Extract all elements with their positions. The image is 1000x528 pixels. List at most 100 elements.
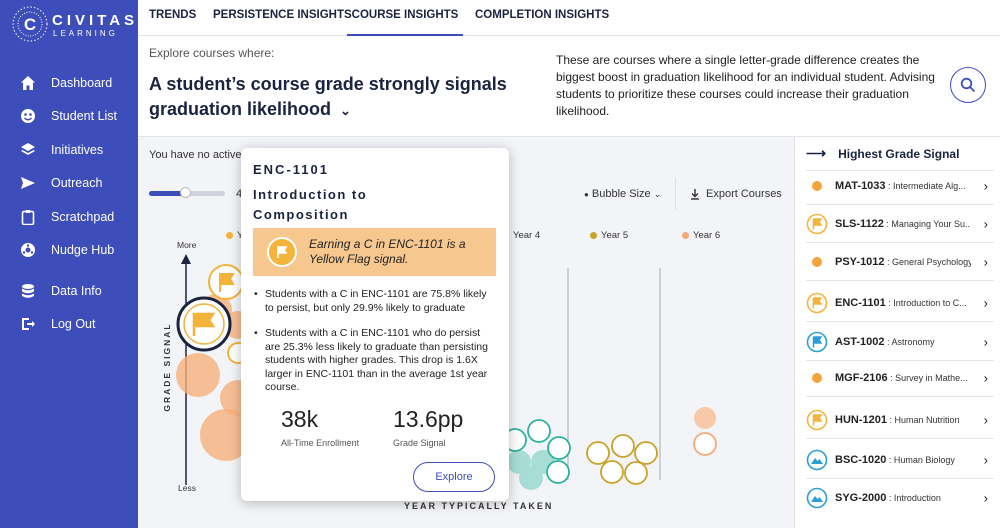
tooltip-bullet: Students with a C in ENC-1101 are 75.8% …	[253, 288, 498, 315]
sidebar-item-label: Log Out	[51, 317, 96, 331]
flag-icon	[806, 292, 828, 314]
course-bubble-flag	[634, 441, 658, 465]
home-icon	[20, 75, 36, 91]
course-name: : Human Nutrition	[886, 415, 960, 425]
sidebar-item-outreach[interactable]: Outreach	[0, 171, 138, 195]
nudge-icon	[20, 242, 36, 258]
search-button[interactable]	[950, 67, 986, 103]
course-name: : Introduction to C...	[885, 298, 967, 308]
course-name: : Introduction	[886, 493, 941, 503]
sidebar-item-data-info[interactable]: Data Info	[0, 279, 138, 303]
sidebar-item-scratchpad[interactable]: Scratchpad	[0, 205, 138, 229]
arrow-right-icon: ⟶	[806, 145, 827, 161]
course-name: : Astronomy	[884, 337, 935, 347]
sidebar-item-label: Data Info	[51, 284, 102, 298]
sidebar-item-label: Dashboard	[51, 76, 113, 90]
civitas-logo[interactable]: C CIVITAS LEARNING	[10, 4, 134, 48]
chevron-right-icon: ›	[983, 490, 988, 506]
sidebar: C CIVITAS LEARNING Dashboard Student Lis…	[0, 0, 138, 528]
tooltip-course-code: ENC-1101	[253, 162, 329, 177]
chevron-right-icon: ›	[983, 254, 988, 270]
list-item[interactable]: ENC-1101 : Introduction to C... ›	[806, 289, 994, 317]
explore-button[interactable]: Explore	[413, 462, 495, 492]
chevron-right-icon: ›	[983, 295, 988, 311]
logo-text-learning: LEARNING	[53, 29, 118, 38]
bubble-icon: ●	[584, 190, 589, 199]
tooltip-bullet: Students with a C in ENC-1101 who do per…	[253, 327, 498, 395]
search-icon	[960, 77, 976, 93]
page-description: These are courses where a single letter-…	[556, 53, 935, 118]
tab-persistence-insights[interactable]: PERSISTENCE INSIGHTS	[213, 0, 352, 36]
list-header: ⟶ Highest Grade Signal	[806, 145, 959, 162]
course-bubble-flag	[546, 460, 570, 484]
divider	[806, 280, 994, 281]
flag-icon	[806, 409, 828, 431]
flag-icon	[267, 237, 297, 267]
tab-course-insights[interactable]: COURSE INSIGHTS	[347, 0, 463, 36]
divider	[806, 478, 994, 479]
list-item[interactable]: SYG-2000 : Introduction ›	[806, 484, 994, 512]
y-axis-less-label: Less	[178, 483, 196, 493]
mountain-icon	[806, 487, 828, 509]
course-bubble-flag	[600, 460, 624, 484]
export-courses-button[interactable]: Export Courses	[675, 178, 793, 210]
list-item[interactable]: HUN-1201 : Human Nutrition ›	[806, 406, 994, 434]
chevron-right-icon: ›	[983, 334, 988, 350]
chevron-right-icon: ›	[983, 412, 988, 428]
list-item[interactable]: MGF-2106 : Survey in Mathe... ›	[806, 364, 994, 392]
sidebar-item-student-list[interactable]: Student List	[0, 104, 138, 128]
course-bubble	[176, 353, 220, 397]
bubble-size-dropdown[interactable]: ● Bubble Size ⌄	[584, 188, 661, 200]
student-icon	[20, 108, 36, 124]
course-name: : General Psychology	[884, 257, 971, 267]
sidebar-item-nudge-hub[interactable]: Nudge Hub	[0, 238, 138, 262]
list-item[interactable]: AST-1002 : Astronomy ›	[806, 328, 994, 356]
status-dot-icon	[806, 175, 828, 197]
sidebar-item-dashboard[interactable]: Dashboard	[0, 71, 138, 95]
divider	[806, 438, 994, 439]
list-item[interactable]: PSY-1012 : General Psychology ›	[806, 248, 994, 276]
course-name: : Managing Your Su...	[883, 219, 970, 229]
send-icon	[20, 175, 36, 191]
course-bubble-flag	[547, 436, 571, 460]
divider	[806, 170, 994, 171]
list-item[interactable]: BSC-1020 : Human Biology ›	[806, 446, 994, 474]
insight-selector[interactable]: A student’s course grade strongly signal…	[149, 72, 519, 123]
sidebar-item-label: Nudge Hub	[51, 243, 115, 257]
tooltip-course-name: Introduction to Composition	[253, 187, 368, 222]
sidebar-item-log-out[interactable]: Log Out	[0, 312, 138, 336]
y-axis-more-label: More	[177, 240, 197, 250]
list-item[interactable]: MAT-1033 : Intermediate Alg... ›	[806, 172, 994, 200]
slider-thumb[interactable]	[180, 187, 191, 198]
sidebar-item-label: Scratchpad	[51, 210, 115, 224]
list-item[interactable]: SLS-1122 : Managing Your Su... ›	[806, 210, 994, 238]
enrollment-label: All-Time Enrollment	[281, 438, 360, 448]
course-code: SYG-2000	[835, 492, 887, 504]
y-axis-arrow	[181, 254, 191, 264]
course-code: MAT-1033	[835, 180, 886, 192]
logo-circle-icon: C	[12, 6, 48, 42]
export-label: Export Courses	[706, 188, 782, 200]
status-dot-icon	[806, 367, 828, 389]
clipboard-icon	[20, 209, 36, 225]
course-bubble	[519, 466, 543, 490]
course-code: AST-1002	[835, 336, 885, 348]
tooltip-bullets: Students with a C in ENC-1101 are 75.8% …	[253, 288, 498, 407]
banner-text: Earning a C in ENC-1101 is a Yellow Flag…	[309, 237, 466, 266]
page-title: A student’s course grade strongly signal…	[149, 74, 507, 119]
status-dot-icon	[806, 251, 828, 273]
tab-trends[interactable]: TRENDS	[149, 0, 196, 36]
tab-completion-insights[interactable]: COMPLETION INSIGHTS	[475, 0, 609, 36]
database-icon	[20, 283, 36, 299]
chevron-right-icon: ›	[983, 178, 988, 194]
top-tab-bar: TRENDS PERSISTENCE INSIGHTS COURSE INSIG…	[138, 0, 1000, 36]
course-name: : Intermediate Alg...	[885, 181, 966, 191]
course-tooltip: ENC-1101 Introduction to Composition Ear…	[241, 148, 509, 501]
no-active-message: You have no active	[149, 149, 242, 161]
sidebar-item-label: Outreach	[51, 176, 103, 190]
divider	[806, 242, 994, 243]
list-header-title: Highest Grade Signal	[838, 146, 960, 161]
yellow-flag-banner: Earning a C in ENC-1101 is a Yellow Flag…	[253, 228, 496, 276]
sidebar-item-initiatives[interactable]: Initiatives	[0, 138, 138, 162]
grade-signal-value: 13.6pp	[393, 406, 464, 432]
